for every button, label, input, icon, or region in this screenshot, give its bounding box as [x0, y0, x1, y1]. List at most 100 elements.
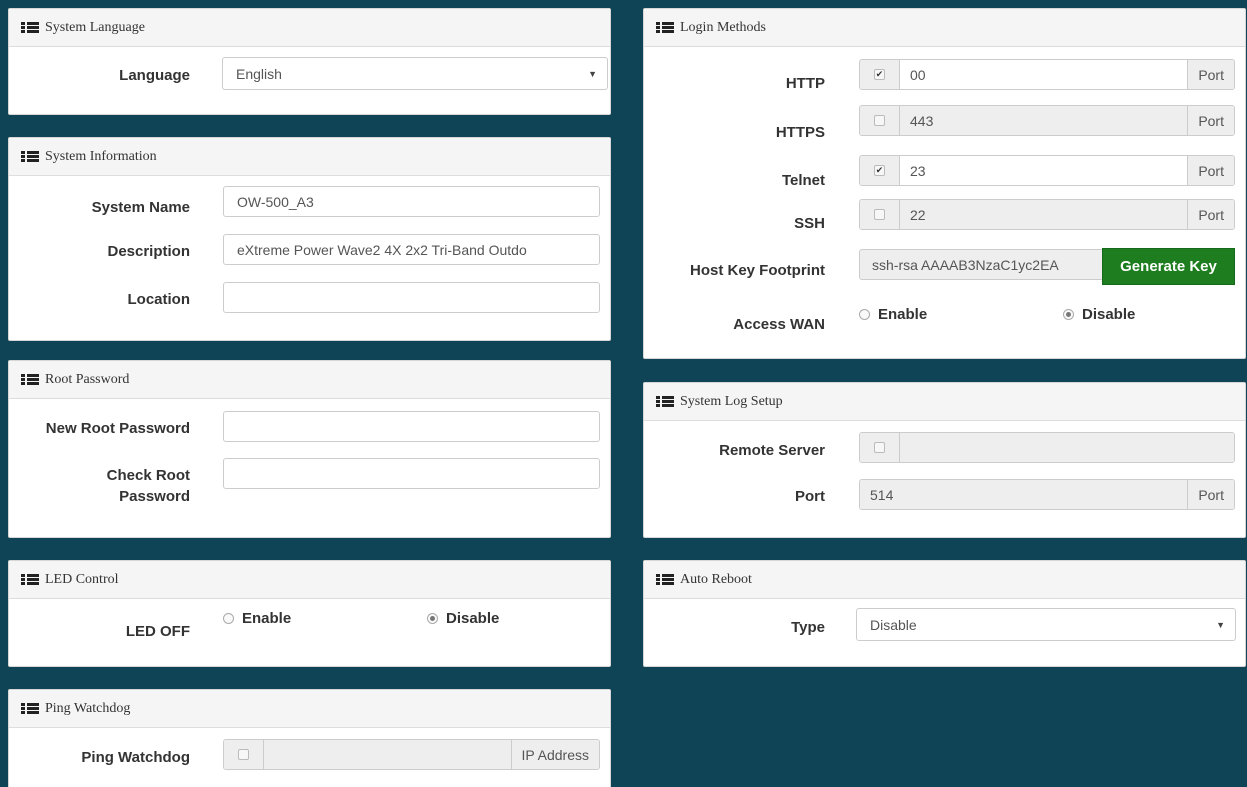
access-wan-enable-radio[interactable]: Enable: [859, 306, 927, 323]
syslog-port-input[interactable]: 514: [860, 480, 1188, 509]
remote-server-input[interactable]: [900, 433, 1234, 462]
list-icon: [656, 22, 674, 33]
telnet-group: ✔ 23 Port: [859, 155, 1235, 186]
http-group: ✔ 00 Port: [859, 59, 1235, 90]
remote-server-checkbox-addon[interactable]: [860, 433, 900, 462]
panel-title: Auto Reboot: [680, 571, 752, 587]
panel-header: Root Password: [9, 361, 610, 399]
ssh-checkbox[interactable]: [874, 209, 885, 220]
system-information-panel: System Information System Name OW-500_A3…: [8, 137, 611, 341]
panel-header: System Log Setup: [644, 383, 1245, 421]
radio-circle: [859, 309, 870, 320]
port-addon: Port: [1187, 480, 1234, 509]
http-label: HTTP: [785, 75, 825, 92]
type-value: Disable: [870, 616, 917, 633]
system-log-setup-panel: System Log Setup Remote Server Port 514 …: [643, 382, 1246, 538]
system-name-label: System Name: [91, 199, 190, 216]
panel-header: LED Control: [9, 561, 610, 599]
ping-watchdog-label: Ping Watchdog: [81, 749, 190, 766]
description-input[interactable]: eXtreme Power Wave2 4X 2x2 Tri-Band Outd…: [223, 234, 600, 265]
telnet-checkbox-addon[interactable]: ✔: [860, 156, 900, 185]
remote-server-checkbox[interactable]: [874, 442, 885, 453]
list-icon: [21, 574, 39, 585]
port-label: Port: [795, 488, 825, 505]
remote-server-label: Remote Server: [719, 442, 825, 459]
system-language-panel: System Language Language English ▼: [8, 8, 611, 115]
panel-title: Ping Watchdog: [45, 700, 131, 716]
list-icon: [656, 574, 674, 585]
http-checkbox-addon[interactable]: ✔: [860, 60, 900, 89]
radio-label: Enable: [242, 610, 292, 627]
led-enable-radio[interactable]: Enable: [223, 610, 291, 627]
led-disable-radio[interactable]: Disable: [427, 610, 499, 627]
ping-watchdog-ip-input[interactable]: [264, 740, 511, 769]
port-addon: Port: [1187, 156, 1234, 185]
port-addon: Port: [1187, 200, 1234, 229]
radio-label: Enable: [878, 306, 928, 323]
remote-server-group: [859, 432, 1235, 463]
host-key-label: Host Key Footprint: [690, 262, 825, 279]
led-control-panel: LED Control LED OFF Enable Disable: [8, 560, 611, 667]
generate-key-button[interactable]: Generate Key: [1102, 248, 1235, 285]
ssh-label: SSH: [794, 215, 825, 232]
panel-title: System Language: [45, 19, 145, 35]
panel-header: System Information: [9, 138, 610, 176]
radio-label: Disable: [1082, 306, 1136, 323]
panel-header: Ping Watchdog: [9, 690, 610, 728]
port-addon: Port: [1187, 106, 1234, 135]
check-root-password-input[interactable]: [223, 458, 600, 489]
type-select[interactable]: Disable ▼: [856, 608, 1236, 641]
telnet-port-input[interactable]: 23: [900, 156, 1187, 185]
description-label: Description: [107, 243, 190, 260]
auto-reboot-panel: Auto Reboot Type Disable ▼: [643, 560, 1246, 667]
https-port-input[interactable]: 443: [900, 106, 1188, 135]
system-name-input[interactable]: OW-500_A3: [223, 186, 600, 217]
port-addon: Port: [1187, 60, 1234, 89]
root-password-panel: Root Password New Root Password Check Ro…: [8, 360, 611, 538]
ping-watchdog-checkbox[interactable]: [238, 749, 249, 760]
radio-label: Disable: [446, 610, 500, 627]
http-checkbox[interactable]: ✔: [874, 69, 885, 80]
list-icon: [21, 151, 39, 162]
ssh-checkbox-addon[interactable]: [860, 200, 900, 229]
host-key-input[interactable]: ssh-rsa AAAAB3NzaC1yc2EA: [859, 249, 1104, 280]
panel-title: Login Methods: [680, 19, 766, 35]
https-label: HTTPS: [775, 124, 825, 141]
https-checkbox[interactable]: [874, 115, 885, 126]
telnet-checkbox[interactable]: ✔: [874, 165, 885, 176]
panel-title: LED Control: [45, 571, 119, 587]
location-input[interactable]: [223, 282, 600, 313]
list-icon: [21, 703, 39, 714]
login-methods-panel: Login Methods HTTP ✔ 00 Port HTTPS 443 P…: [643, 8, 1246, 359]
type-label: Type: [791, 619, 825, 636]
caret-down-icon: ▼: [1216, 620, 1225, 630]
caret-down-icon: ▼: [588, 69, 597, 79]
language-value: English: [236, 65, 282, 82]
telnet-label: Telnet: [781, 172, 825, 189]
check-root-password-label-line1: Check Root: [106, 467, 190, 484]
access-wan-disable-radio[interactable]: Disable: [1063, 306, 1135, 323]
ip-address-addon: IP Address: [510, 740, 599, 769]
http-port-input[interactable]: 00: [900, 60, 1187, 89]
language-select[interactable]: English ▼: [222, 57, 608, 90]
check-root-password-label-line2: Password: [119, 488, 190, 505]
radio-circle: [427, 613, 438, 624]
https-checkbox-addon[interactable]: [860, 106, 900, 135]
led-off-label: LED OFF: [125, 623, 190, 640]
new-root-password-input[interactable]: [223, 411, 600, 442]
new-root-password-label: New Root Password: [45, 420, 190, 437]
ssh-port-input[interactable]: 22: [900, 200, 1188, 229]
language-label: Language: [119, 67, 190, 84]
syslog-port-group: 514 Port: [859, 479, 1235, 510]
list-icon: [656, 396, 674, 407]
panel-header: System Language: [9, 9, 610, 47]
radio-circle: [223, 613, 234, 624]
https-group: 443 Port: [859, 105, 1235, 136]
ssh-group: 22 Port: [859, 199, 1235, 230]
list-icon: [21, 374, 39, 385]
list-icon: [21, 22, 39, 33]
panel-title: System Information: [45, 148, 157, 164]
ping-watchdog-checkbox-addon[interactable]: [224, 740, 264, 769]
location-label: Location: [127, 291, 191, 308]
ping-watchdog-panel: Ping Watchdog Ping Watchdog IP Address: [8, 689, 611, 787]
